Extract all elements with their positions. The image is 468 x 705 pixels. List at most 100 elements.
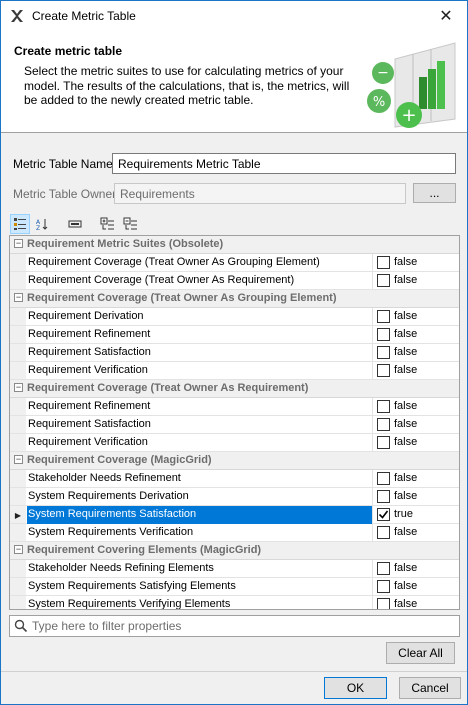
metric-table-illustration-icon: − % + — [367, 42, 456, 128]
property-checkbox[interactable] — [377, 400, 390, 413]
property-name: Requirement Verification — [28, 436, 148, 448]
browse-owner-button[interactable]: ... — [413, 183, 456, 203]
property-name: Requirement Satisfaction — [28, 418, 151, 430]
property-row[interactable]: System Requirements Satisfying Elements f… — [10, 578, 459, 596]
property-value-text: false — [394, 328, 418, 340]
property-row[interactable]: Stakeholder Needs Refinement false — [10, 470, 459, 488]
property-value-text: false — [394, 310, 418, 322]
property-value-cell[interactable]: false — [372, 470, 459, 488]
property-value-text: false — [394, 346, 418, 358]
title-bar: Create Metric Table ✕ — [1, 1, 467, 31]
property-checkbox[interactable] — [377, 562, 390, 575]
property-value-cell[interactable]: false — [372, 398, 459, 416]
property-row[interactable]: Requirement Refinement false — [10, 398, 459, 416]
property-checkbox[interactable] — [377, 526, 390, 539]
compact-view-button[interactable] — [65, 214, 85, 234]
property-checkbox[interactable] — [377, 490, 390, 503]
property-name: Requirement Verification — [28, 364, 148, 376]
property-name: Requirement Coverage (Treat Owner As Gro… — [28, 256, 320, 268]
property-value-text: false — [394, 256, 418, 268]
category-header[interactable]: − Requirement Covering Elements (MagicGri… — [10, 542, 459, 560]
property-row[interactable]: Requirement Verification false — [10, 362, 459, 380]
categorized-view-button[interactable] — [10, 214, 30, 234]
category-name: Requirement Coverage (MagicGrid) — [27, 454, 212, 466]
property-value-cell[interactable]: false — [372, 254, 459, 272]
cancel-button[interactable]: Cancel — [399, 677, 461, 699]
metric-table-owner-field[interactable]: Requirements — [114, 183, 406, 204]
property-value-cell[interactable]: false — [372, 524, 459, 542]
property-value-text: false — [394, 418, 418, 430]
property-checkbox[interactable] — [377, 310, 390, 323]
search-icon — [14, 619, 28, 633]
property-value-cell[interactable]: false — [372, 308, 459, 326]
dialog-header: Create metric table Select the metric su… — [1, 31, 467, 133]
property-value-cell[interactable]: false — [372, 326, 459, 344]
property-value-cell[interactable]: false — [372, 272, 459, 290]
property-checkbox[interactable] — [377, 274, 390, 287]
property-value-text: false — [394, 364, 418, 376]
property-value-text: false — [394, 472, 418, 484]
property-checkbox[interactable] — [377, 346, 390, 359]
category-header[interactable]: − Requirement Metric Suites (Obsolete) — [10, 236, 459, 254]
property-row[interactable]: Requirement Coverage (Treat Owner As Gro… — [10, 254, 459, 272]
current-row-arrow-icon: ▶ — [14, 510, 22, 520]
property-checkbox[interactable] — [377, 472, 390, 485]
collapse-toggle-icon[interactable]: − — [14, 545, 23, 554]
property-row[interactable]: Requirement Satisfaction false — [10, 416, 459, 434]
collapse-toggle-icon[interactable]: − — [14, 293, 23, 302]
property-value-cell[interactable]: false — [372, 362, 459, 380]
property-row[interactable]: Requirement Satisfaction false — [10, 344, 459, 362]
property-value-cell[interactable]: false — [372, 578, 459, 596]
property-value-cell[interactable]: false — [372, 344, 459, 362]
expand-all-button[interactable] — [98, 214, 118, 234]
property-value-cell[interactable]: false — [372, 560, 459, 578]
property-row[interactable]: System Requirements Derivation false — [10, 488, 459, 506]
property-row[interactable]: System Requirements Verification false — [10, 524, 459, 542]
metric-table-name-label: Metric Table Name: — [13, 157, 117, 171]
category-name: Requirement Coverage (Treat Owner As Gro… — [27, 292, 337, 304]
property-checkbox[interactable] — [377, 598, 390, 609]
collapse-toggle-icon[interactable]: − — [14, 383, 23, 392]
property-name: Requirement Refinement — [28, 400, 151, 412]
category-header[interactable]: − Requirement Coverage (MagicGrid) — [10, 452, 459, 470]
ok-button[interactable]: OK — [324, 677, 387, 699]
property-name: Requirement Derivation — [28, 310, 144, 322]
property-value-cell[interactable]: true — [372, 506, 459, 524]
property-value-cell[interactable]: false — [372, 596, 459, 609]
property-row[interactable]: Requirement Refinement false — [10, 326, 459, 344]
header-heading: Create metric table — [14, 44, 123, 58]
collapse-toggle-icon[interactable]: − — [14, 239, 23, 248]
property-value-text: false — [394, 580, 418, 592]
property-row[interactable]: Requirement Derivation false — [10, 308, 459, 326]
header-description: Select the metric suites to use for calc… — [24, 64, 350, 107]
category-header[interactable]: − Requirement Coverage (Treat Owner As Re… — [10, 380, 459, 398]
property-checkbox[interactable] — [377, 436, 390, 449]
property-row[interactable]: Requirement Coverage (Treat Owner As Req… — [10, 272, 459, 290]
property-checkbox[interactable] — [377, 580, 390, 593]
metric-table-name-field[interactable]: Requirements Metric Table — [112, 153, 456, 174]
close-icon: ✕ — [439, 8, 453, 25]
property-checkbox[interactable] — [377, 508, 390, 521]
property-value-text: false — [394, 562, 418, 574]
property-row[interactable]: Requirement Verification false — [10, 434, 459, 452]
property-value-cell[interactable]: false — [372, 434, 459, 452]
collapse-toggle-icon[interactable]: − — [14, 455, 23, 464]
property-checkbox[interactable] — [377, 364, 390, 377]
property-checkbox[interactable] — [377, 418, 390, 431]
metric-suites-grid: − Requirement Metric Suites (Obsolete) Req… — [9, 235, 460, 610]
property-checkbox[interactable] — [377, 328, 390, 341]
property-value-cell[interactable]: false — [372, 416, 459, 434]
property-name: Requirement Satisfaction — [28, 346, 151, 358]
property-row[interactable]: System Requirements Verifying Elements fa… — [10, 596, 459, 609]
property-row[interactable]: Stakeholder Needs Refining Elements false — [10, 560, 459, 578]
property-row[interactable]: ▶ System Requirements Satisfaction true — [10, 506, 459, 524]
property-value-cell[interactable]: false — [372, 488, 459, 506]
category-header[interactable]: − Requirement Coverage (Treat Owner As Gr… — [10, 290, 459, 308]
close-button[interactable]: ✕ — [425, 1, 467, 31]
filter-input[interactable] — [32, 618, 452, 634]
collapse-all-button[interactable] — [121, 214, 141, 234]
sort-alphabetically-button[interactable]: A Z — [32, 214, 52, 234]
property-checkbox[interactable] — [377, 256, 390, 269]
window-title: Create Metric Table — [32, 9, 136, 23]
clear-all-button[interactable]: Clear All — [386, 642, 455, 664]
